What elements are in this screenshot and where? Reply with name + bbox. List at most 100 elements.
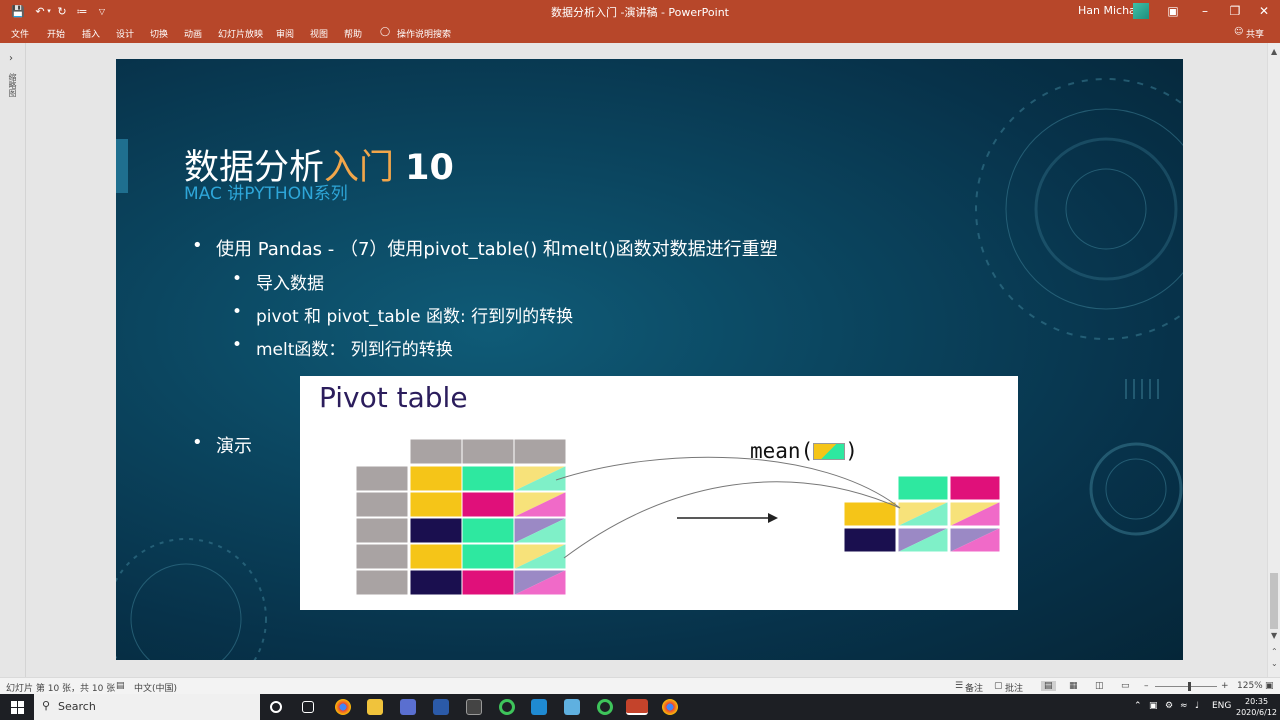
minimize-button[interactable]: – <box>1195 3 1215 19</box>
zoom-slider[interactable] <box>1155 686 1217 687</box>
zoom-out-icon[interactable]: – <box>1144 681 1149 691</box>
tab-file[interactable]: 文件 <box>11 27 29 40</box>
notes-icon: ☰ <box>955 681 964 691</box>
thumbnail-label[interactable]: 缩略图 <box>8 73 18 97</box>
close-button[interactable]: ✕ <box>1254 3 1274 19</box>
windows-start-icon[interactable] <box>0 694 34 720</box>
tab-design[interactable]: 设计 <box>116 27 134 40</box>
powershell-icon[interactable] <box>433 699 449 715</box>
pivot-header-cell <box>513 438 567 465</box>
taskbar: ⚲ Search ⌃ ▣ ⚙ ≈ ♩ ENG 20:35 2020/6/12 <box>0 694 1280 720</box>
remote-desktop-icon[interactable] <box>564 699 580 715</box>
chrome-icon[interactable] <box>335 699 351 715</box>
app-icon[interactable] <box>400 699 416 715</box>
pivot-cell <box>409 465 463 492</box>
share-button[interactable]: 共享 <box>1246 27 1264 40</box>
taskbar-search-input[interactable]: ⚲ Search <box>34 694 260 720</box>
language-indicator[interactable]: 中文(中国) <box>134 681 177 694</box>
search-icon: ⚲ <box>42 699 51 712</box>
pivot-cell <box>461 569 515 596</box>
scroll-up-icon[interactable]: ▲ <box>1271 47 1277 56</box>
share-icon: ☺ <box>1234 27 1244 37</box>
tray-up-icon[interactable]: ⌃ <box>1134 701 1142 711</box>
clock-date: 2020/6/12 <box>1236 708 1278 717</box>
terminal-icon[interactable] <box>466 699 482 715</box>
app-green-circle-icon[interactable] <box>499 699 515 715</box>
scroll-down-icon[interactable]: ▼ <box>1271 631 1277 640</box>
result-index-cell <box>843 501 897 527</box>
pivot-index-cell <box>355 491 409 518</box>
chrome-icon-2[interactable] <box>662 699 678 715</box>
pivot-cell <box>409 569 463 596</box>
status-bar: 幻灯片 第 10 张，共 10 张 ▤ 中文(中国) ☰ 备注 ▢ 批注 ▤ ▦… <box>0 677 1280 694</box>
title-bar: 💾 ↶ ▾ ↻ ≔ ▽ 数据分析入门 -演讲稿 - PowerPoint Han… <box>0 0 1280 22</box>
clock[interactable]: 20:35 2020/6/12 <box>1236 696 1277 718</box>
vscode-icon[interactable] <box>531 699 547 715</box>
bullet-item[interactable]: • 演示 <box>192 432 252 458</box>
next-slide-icon[interactable]: ⌄ <box>1271 659 1278 668</box>
language-indicator[interactable]: ENG <box>1212 701 1231 711</box>
chevron-right-icon[interactable]: › <box>9 53 13 64</box>
pivot-index-cell <box>355 517 409 544</box>
vertical-scrollbar[interactable]: ▲ ▼ ⌃ ⌄ <box>1267 43 1280 677</box>
bullet-item[interactable]: • melt函数： 列到行的转换 <box>232 335 453 360</box>
slideshow-icon[interactable]: ▭ <box>1121 681 1130 691</box>
file-explorer-icon[interactable] <box>367 699 383 715</box>
app-green-circle-icon-2[interactable] <box>597 699 613 715</box>
tab-home[interactable]: 开始 <box>47 27 65 40</box>
zoom-level[interactable]: 125% <box>1237 681 1263 691</box>
ribbon-tabs: 文件 开始 插入 设计 切换 动画 幻灯片放映 审阅 视图 帮助 ◯ 操作说明搜… <box>0 22 1280 43</box>
scroll-thumb[interactable] <box>1270 573 1278 629</box>
pivot-header-cell <box>461 438 515 465</box>
powerpoint-icon[interactable] <box>626 699 648 715</box>
tab-help[interactable]: 帮助 <box>344 27 362 40</box>
comments-icon: ▢ <box>994 681 1003 691</box>
previous-slide-icon[interactable]: ⌃ <box>1271 647 1278 656</box>
notes-button[interactable]: 备注 <box>965 681 983 694</box>
bullet-item[interactable]: • pivot 和 pivot_table 函数: 行到列的转换 <box>232 302 573 327</box>
pivot-index-cell <box>355 465 409 492</box>
accent-bar <box>116 139 128 193</box>
mean-swatch-icon <box>813 443 846 460</box>
pivot-cell <box>461 465 515 492</box>
task-view-icon[interactable] <box>302 701 314 713</box>
tab-insert[interactable]: 插入 <box>82 27 100 40</box>
pivot-cell <box>409 543 463 570</box>
tab-slideshow[interactable]: 幻灯片放映 <box>218 27 263 40</box>
accessibility-icon[interactable]: ▤ <box>116 681 125 691</box>
bullet-item[interactable]: • 使用 Pandas - （7）使用pivot_table() 和melt()函… <box>192 235 778 261</box>
ribbon-display-icon[interactable]: ▣ <box>1163 3 1183 19</box>
zoom-slider-thumb[interactable] <box>1188 682 1191 691</box>
result-header-cell <box>949 475 1001 501</box>
pivot-cell <box>461 517 515 544</box>
tell-me-search[interactable]: 操作说明搜索 <box>397 27 451 40</box>
normal-view-icon[interactable]: ▤ <box>1041 681 1056 691</box>
restore-button[interactable]: ❐ <box>1225 3 1245 19</box>
tab-view[interactable]: 视图 <box>310 27 328 40</box>
slide-canvas[interactable]: 数据分析入门 10 MAC 讲PYTHON系列 • 使用 Pandas - （7）… <box>116 59 1183 660</box>
lightbulb-icon: ◯ <box>380 27 391 37</box>
tray-security-icon[interactable]: ⚙ <box>1165 701 1173 711</box>
pivot-index-cell <box>355 569 409 596</box>
pivot-cell <box>409 491 463 518</box>
comments-button[interactable]: 批注 <box>1005 681 1023 694</box>
wifi-icon[interactable]: ≈ <box>1180 701 1188 711</box>
tab-transitions[interactable]: 切换 <box>150 27 168 40</box>
pivot-table-image[interactable]: Pivot table mean() <box>300 376 1018 610</box>
tray-app-icon[interactable]: ▣ <box>1149 701 1158 711</box>
slide-counter: 幻灯片 第 10 张，共 10 张 <box>6 684 116 694</box>
reading-view-icon[interactable]: ◫ <box>1095 681 1104 691</box>
fit-slide-icon[interactable]: ▣ <box>1265 681 1274 691</box>
clock-time: 20:35 <box>1244 697 1269 706</box>
slide-sorter-icon[interactable]: ▦ <box>1069 681 1078 691</box>
bullet-item[interactable]: • 导入数据 <box>232 269 324 294</box>
pivot-cell <box>461 543 515 570</box>
cortana-icon[interactable] <box>270 701 282 713</box>
tab-animations[interactable]: 动画 <box>184 27 202 40</box>
avatar[interactable] <box>1133 3 1149 19</box>
zoom-in-icon[interactable]: + <box>1221 681 1229 691</box>
pivot-diagram <box>355 438 1001 596</box>
tab-review[interactable]: 审阅 <box>276 27 294 40</box>
slide-subtitle[interactable]: MAC 讲PYTHON系列 <box>184 179 348 204</box>
volume-icon[interactable]: ♩ <box>1195 701 1199 711</box>
